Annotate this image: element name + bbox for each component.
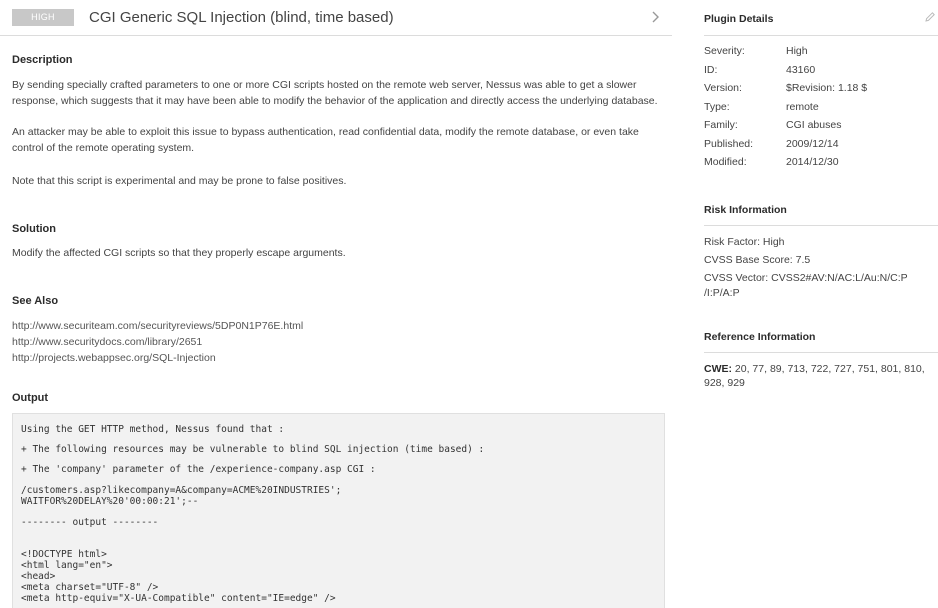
output-line: <meta http-equiv="X-UA-Compatible" conte…: [21, 593, 336, 604]
pencil-icon[interactable]: [924, 11, 936, 23]
see-also-link[interactable]: http://www.securiteam.com/securityreview…: [12, 319, 303, 333]
cwe-values: 20, 77, 89, 713, 722, 727, 751, 801, 810…: [704, 363, 925, 389]
output-line: <head>: [21, 571, 56, 582]
detail-value: CGI abuses: [786, 119, 842, 131]
description-heading: Description: [12, 54, 73, 66]
detail-label: Modified:: [704, 156, 747, 168]
reference-information-heading: Reference Information: [704, 331, 816, 343]
detail-value: 43160: [786, 64, 816, 76]
plugin-title: CGI Generic SQL Injection (blind, time b…: [89, 9, 394, 26]
detail-value: $Revision: 1.18 $: [786, 82, 868, 94]
risk-factor: Risk Factor: High: [704, 236, 785, 248]
cvss-vector-continued: /I:P/A:P: [704, 287, 740, 299]
output-heading: Output: [12, 392, 49, 404]
detail-value: High: [786, 45, 808, 57]
output-line: + The following resources may be vulnera…: [21, 444, 485, 455]
detail-value: 2014/12/30: [786, 156, 839, 168]
detail-label: Type:: [704, 101, 730, 113]
severity-badge: HIGH: [12, 9, 74, 26]
risk-information-heading: Risk Information: [704, 204, 787, 216]
description-paragraph-2: An attacker may be able to exploit this …: [12, 126, 639, 154]
detail-value: 2009/12/14: [786, 138, 839, 150]
output-line: Using the GET HTTP method, Nessus found …: [21, 424, 285, 435]
cvss-base-score: CVSS Base Score: 7.5: [704, 254, 811, 266]
plugin-sidebar: Plugin Details Severity: High ID: 43160 …: [692, 0, 938, 608]
see-also-link[interactable]: http://www.securitydocs.com/library/2651: [12, 335, 202, 349]
see-also-heading: See Also: [12, 295, 59, 307]
plugin-output-box: Using the GET HTTP method, Nessus found …: [12, 413, 665, 608]
detail-label: Version:: [704, 82, 742, 94]
description-paragraph-3: Note that this script is experimental an…: [12, 175, 347, 187]
chevron-right-icon[interactable]: [650, 8, 662, 26]
divider: [704, 352, 938, 353]
output-line: <meta charset="UTF-8" />: [21, 582, 159, 593]
detail-label: Severity:: [704, 45, 745, 57]
plugin-details-heading: Plugin Details: [704, 13, 774, 25]
plugin-main-panel: HIGH CGI Generic SQL Injection (blind, t…: [0, 0, 672, 608]
detail-label: Family:: [704, 119, 738, 131]
solution-text: Modify the affected CGI scripts so that …: [12, 247, 346, 259]
output-line: + The 'company' parameter of the /experi…: [21, 464, 376, 475]
output-line: /customers.asp?likecompany=A&company=ACM…: [21, 485, 342, 496]
cwe-label: CWE:: [704, 363, 732, 375]
output-line: -------- output --------: [21, 517, 159, 528]
divider: [704, 35, 938, 36]
see-also-link[interactable]: http://projects.webappsec.org/SQL-Inject…: [12, 351, 216, 365]
output-line: WAITFOR%20DELAY%20'00:00:21';--: [21, 496, 199, 507]
cwe-references: CWE: 20, 77, 89, 713, 722, 727, 751, 801…: [704, 362, 934, 390]
detail-label: ID:: [704, 64, 718, 76]
divider: [704, 225, 938, 226]
output-line: <html lang="en">: [21, 560, 113, 571]
cvss-vector: CVSS Vector: CVSS2#AV:N/AC:L/Au:N/C:P: [704, 272, 908, 284]
output-line: <!DOCTYPE html>: [21, 549, 107, 560]
description-paragraph-1: By sending specially crafted parameters …: [12, 79, 658, 107]
detail-value: remote: [786, 101, 819, 113]
detail-label: Published:: [704, 138, 754, 150]
solution-heading: Solution: [12, 223, 56, 235]
plugin-title-bar[interactable]: HIGH CGI Generic SQL Injection (blind, t…: [0, 0, 672, 36]
